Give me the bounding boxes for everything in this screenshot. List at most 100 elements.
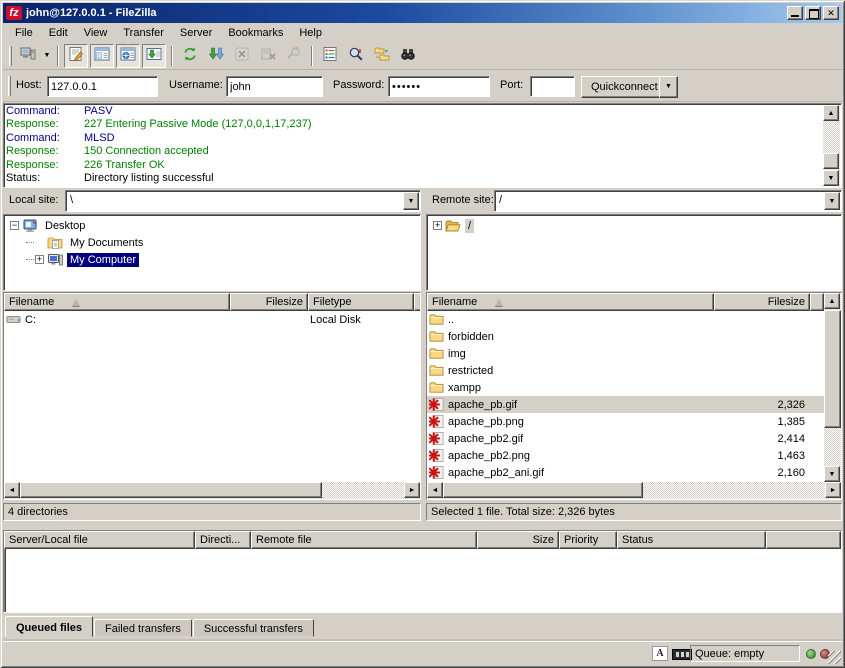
scroll-down-button[interactable]: ▼ bbox=[823, 170, 839, 186]
log-scrollbar[interactable]: ▲ ▼ bbox=[823, 105, 840, 186]
quickconnect-dropdown-button[interactable]: ▼ bbox=[659, 76, 678, 98]
tree-expand-icon[interactable]: + bbox=[433, 221, 442, 230]
recv-indicator-led bbox=[806, 649, 816, 659]
site-manager-dropdown-icon[interactable]: ▼ bbox=[41, 45, 53, 67]
remote-site-combobox[interactable]: / ▼ bbox=[494, 190, 842, 212]
column-header-directi-[interactable]: Directi... bbox=[195, 531, 251, 549]
site-manager-button[interactable] bbox=[16, 44, 40, 68]
file-row[interactable]: apache_pb2.gif2,414 bbox=[427, 430, 824, 447]
scrollbar-thumb[interactable] bbox=[443, 482, 643, 498]
file-row[interactable]: xampp bbox=[427, 379, 824, 396]
remote-horizontal-scrollbar[interactable]: ◄ ► bbox=[427, 482, 841, 499]
scroll-up-button[interactable]: ▲ bbox=[824, 293, 840, 309]
column-header-[interactable] bbox=[810, 293, 824, 311]
scrollbar-thumb[interactable] bbox=[20, 482, 322, 498]
column-header-status[interactable]: Status bbox=[617, 531, 766, 549]
file-row[interactable]: restricted bbox=[427, 362, 824, 379]
username-input[interactable] bbox=[226, 76, 323, 97]
local-tree-item[interactable]: My Documents bbox=[4, 234, 420, 251]
cancel-operation-button bbox=[230, 44, 254, 68]
column-header-[interactable] bbox=[766, 531, 841, 549]
tree-collapse-icon[interactable]: − bbox=[10, 221, 19, 230]
toggle-local-tree-view-button[interactable] bbox=[90, 44, 114, 68]
find-files-button[interactable] bbox=[396, 44, 420, 68]
file-row[interactable]: apache_pb2_ani.gif2,160 bbox=[427, 464, 824, 481]
file-row[interactable]: forbidden bbox=[427, 328, 824, 345]
column-header-priority[interactable]: Priority bbox=[559, 531, 617, 549]
menu-file[interactable]: File bbox=[7, 25, 41, 41]
transfer-type-ascii-icon[interactable]: A bbox=[652, 646, 668, 661]
column-header-label: Priority bbox=[564, 534, 598, 546]
combo-dropdown-icon[interactable]: ▼ bbox=[403, 192, 419, 210]
cancel-operation-icon bbox=[234, 46, 250, 65]
column-header-label: Size bbox=[533, 534, 554, 546]
scroll-right-button[interactable]: ► bbox=[404, 482, 420, 498]
column-header-label: Filesize bbox=[768, 296, 805, 308]
scroll-right-button[interactable]: ► bbox=[825, 482, 841, 498]
scroll-left-button[interactable]: ◄ bbox=[427, 482, 443, 498]
tree-expand-icon[interactable]: + bbox=[35, 255, 44, 264]
scrollbar-thumb[interactable] bbox=[824, 310, 841, 428]
maximize-button[interactable] bbox=[805, 6, 821, 20]
local-tree-item[interactable]: +My Computer bbox=[4, 251, 420, 268]
local-file-list: FilenameFilesizeFiletypeL C:Local Disk ◄… bbox=[3, 292, 421, 500]
minimize-button[interactable] bbox=[787, 6, 803, 20]
column-header-filename[interactable]: Filename bbox=[427, 293, 714, 311]
menu-view[interactable]: View bbox=[76, 25, 116, 41]
column-header-filesize[interactable]: Filesize bbox=[230, 293, 308, 311]
file-name: forbidden bbox=[448, 331, 494, 343]
scroll-left-button[interactable]: ◄ bbox=[4, 482, 20, 498]
remote-tree-item[interactable]: +/ bbox=[427, 217, 841, 234]
directory-comparison-button[interactable] bbox=[344, 44, 368, 68]
tab-failed-transfers[interactable]: Failed transfers bbox=[94, 619, 192, 637]
socket-status-icon[interactable] bbox=[672, 649, 692, 660]
column-header-filename[interactable]: Filename bbox=[4, 293, 230, 311]
tab-successful-transfers[interactable]: Successful transfers bbox=[193, 619, 314, 637]
file-name: apache_pb.png bbox=[448, 416, 524, 428]
menu-edit[interactable]: Edit bbox=[41, 25, 76, 41]
quickconnect-button[interactable]: Quickconnect bbox=[581, 76, 668, 98]
host-input[interactable] bbox=[47, 76, 158, 97]
local-list-rows: C:Local Disk bbox=[4, 311, 420, 482]
menu-bookmarks[interactable]: Bookmarks bbox=[220, 25, 291, 41]
column-header-server-local-file[interactable]: Server/Local file bbox=[4, 531, 195, 549]
file-row[interactable]: apache_pb2.png1,463 bbox=[427, 447, 824, 464]
file-row[interactable]: apache_pb.gif2,326 bbox=[427, 396, 824, 413]
filter-icon bbox=[322, 46, 338, 65]
local-tree-item[interactable]: −Desktop bbox=[4, 217, 420, 234]
resize-grip[interactable] bbox=[828, 651, 841, 664]
column-header-size[interactable]: Size bbox=[477, 531, 559, 549]
password-input[interactable] bbox=[388, 76, 490, 97]
file-row[interactable]: img bbox=[427, 345, 824, 362]
combo-dropdown-icon[interactable]: ▼ bbox=[824, 192, 840, 210]
file-row[interactable]: .. bbox=[427, 311, 824, 328]
column-header-l[interactable]: L bbox=[414, 293, 421, 311]
column-header-filetype[interactable]: Filetype bbox=[308, 293, 414, 311]
filter-button[interactable] bbox=[318, 44, 342, 68]
toggle-transfer-queue-button[interactable] bbox=[142, 44, 166, 68]
file-row[interactable]: C:Local Disk bbox=[4, 311, 420, 328]
refresh-button[interactable] bbox=[178, 44, 202, 68]
tab-queued-files[interactable]: Queued files bbox=[5, 616, 93, 637]
toggle-log-view-button[interactable] bbox=[64, 44, 88, 68]
disconnect-icon bbox=[260, 46, 276, 65]
scroll-down-button[interactable]: ▼ bbox=[824, 466, 840, 482]
process-queue-button[interactable] bbox=[204, 44, 228, 68]
local-site-combobox[interactable]: \ ▼ bbox=[65, 190, 421, 212]
synchronized-browsing-button[interactable] bbox=[370, 44, 394, 68]
file-row[interactable]: apache_pb.png1,385 bbox=[427, 413, 824, 430]
menu-server[interactable]: Server bbox=[172, 25, 220, 41]
toggle-remote-tree-view-button[interactable] bbox=[116, 44, 140, 68]
local-horizontal-scrollbar[interactable]: ◄ ► bbox=[4, 482, 420, 499]
file-name-cell: .. bbox=[427, 312, 714, 328]
remote-vertical-scrollbar[interactable]: ▲ ▼ bbox=[824, 293, 841, 482]
documents-icon bbox=[47, 235, 64, 251]
column-header-remote-file[interactable]: Remote file bbox=[251, 531, 477, 549]
scroll-up-button[interactable]: ▲ bbox=[823, 105, 839, 121]
port-input[interactable] bbox=[530, 76, 575, 97]
close-button[interactable] bbox=[823, 6, 839, 20]
column-header-filesize[interactable]: Filesize bbox=[714, 293, 810, 311]
menu-help[interactable]: Help bbox=[291, 25, 330, 41]
scrollbar-thumb[interactable] bbox=[823, 153, 839, 169]
menu-transfer[interactable]: Transfer bbox=[115, 25, 172, 41]
